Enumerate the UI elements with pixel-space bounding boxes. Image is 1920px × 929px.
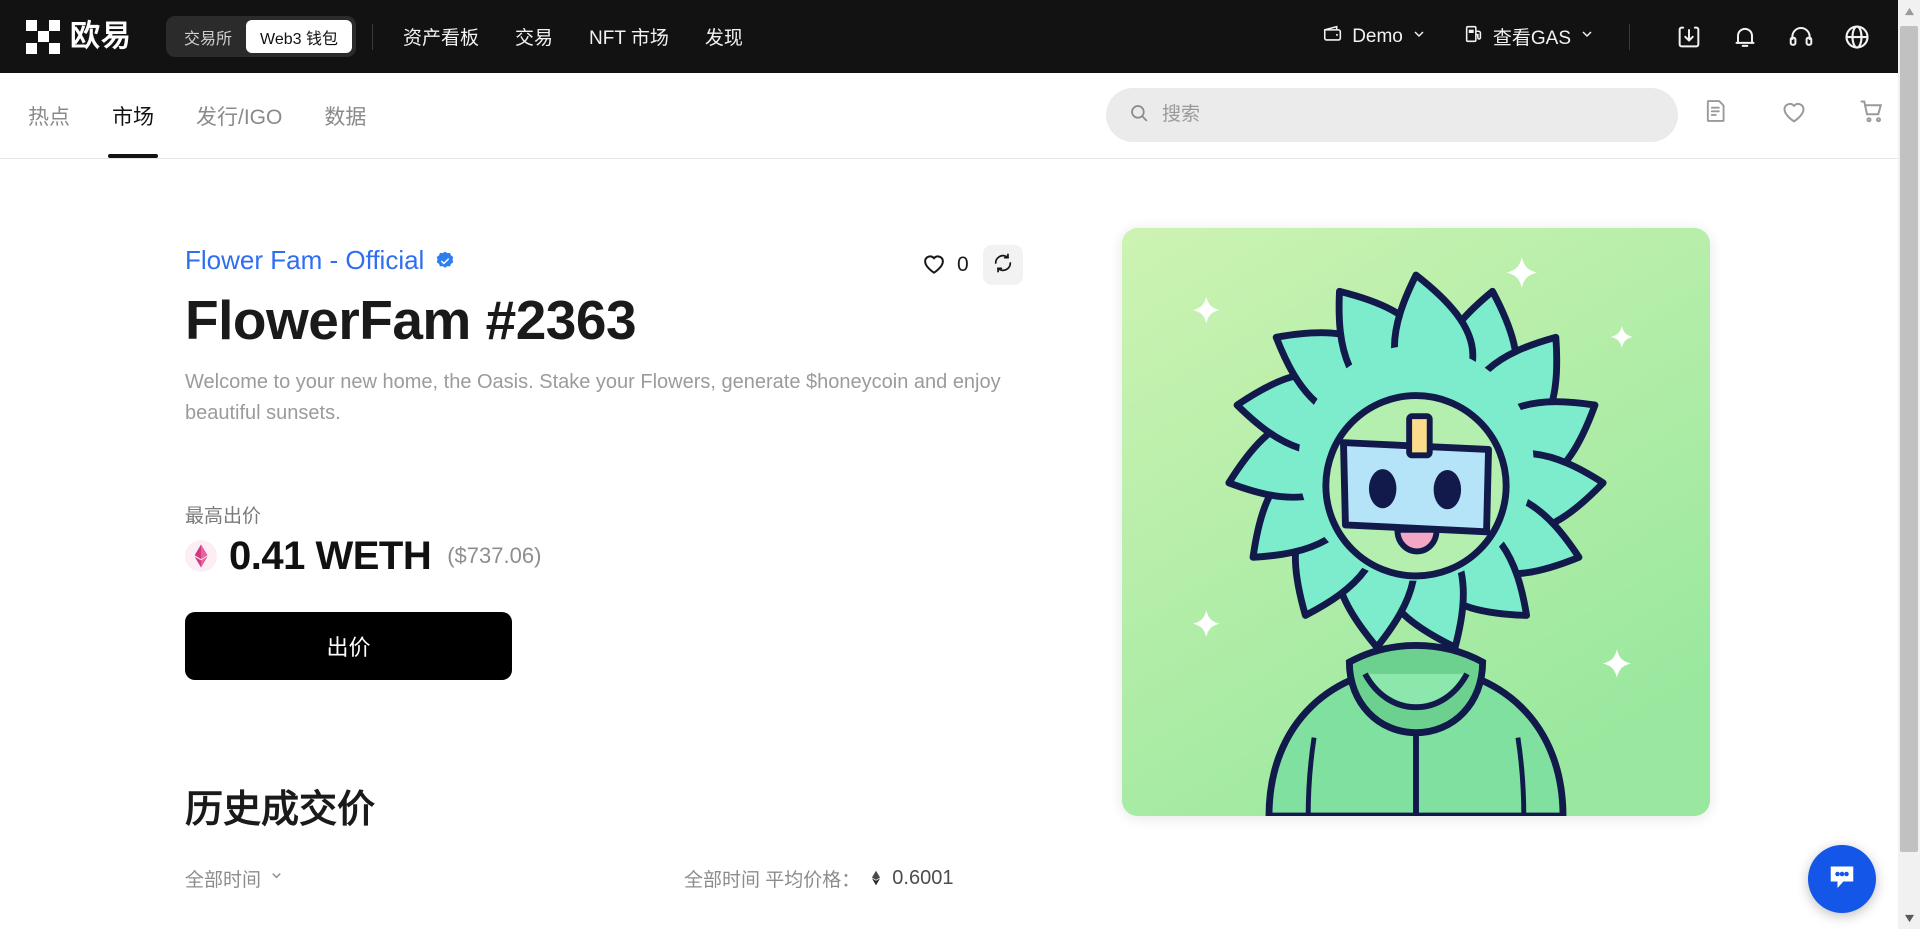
chevron-down-icon: [1579, 26, 1595, 48]
character-head: [1322, 392, 1510, 580]
make-offer-button[interactable]: 出价: [185, 611, 512, 680]
switcher-exchange[interactable]: 交易所: [170, 20, 246, 53]
nft-actions: 0: [920, 245, 1023, 285]
switcher-web3-wallet[interactable]: Web3 钱包: [246, 20, 352, 53]
scroll-down-arrow-icon[interactable]: [1898, 907, 1920, 929]
time-range-select[interactable]: 全部时间: [185, 865, 284, 892]
nft-detail-panel: Flower Fam - Official FlowerFam #2363 We…: [185, 245, 1045, 892]
subnav-icon-group: [1700, 95, 1888, 127]
like-count: 0: [957, 253, 969, 276]
okx-logo-icon: [26, 19, 60, 54]
page-scrollbar[interactable]: [1898, 0, 1920, 929]
brand-logo-text: 欧易: [70, 19, 132, 53]
bell-icon[interactable]: [1728, 20, 1762, 54]
chat-bubble-icon: [1824, 859, 1860, 900]
average-price-row: 全部时间 平均价格： 0.6001: [684, 865, 953, 892]
nft-artwork-image[interactable]: [1122, 228, 1710, 816]
history-controls-row: 全部时间 全部时间 平均价格： 0.6001: [185, 865, 1045, 892]
refresh-icon: [992, 252, 1014, 279]
gas-pump-icon: [1463, 23, 1485, 51]
top-nav-links: 资产看板 交易 NFT 市场 发现: [403, 23, 743, 50]
average-price-label: 全部时间 平均价格：: [684, 869, 861, 891]
nav-link-nft-market[interactable]: NFT 市场: [589, 23, 669, 50]
scroll-up-arrow-icon[interactable]: [1898, 0, 1920, 22]
tab-market[interactable]: 市场: [108, 73, 158, 158]
tab-igo[interactable]: 发行/IGO: [192, 73, 286, 158]
account-label: Demo: [1352, 25, 1403, 47]
scrollbar-thumb[interactable]: [1900, 26, 1918, 852]
top-nav-right-group: Demo 查看GAS: [1304, 20, 1898, 54]
weth-icon: [185, 540, 217, 572]
collection-name-link[interactable]: Flower Fam - Official: [185, 245, 424, 276]
page-root: 欧易 交易所 Web3 钱包 资产看板 交易 NFT 市场 发现 Demo 查看…: [0, 0, 1920, 929]
brand-logo[interactable]: 欧易: [26, 19, 132, 54]
refresh-metadata-button[interactable]: [982, 245, 1023, 285]
tab-hot[interactable]: 热点: [24, 73, 74, 158]
flowerfam-nft-artwork: [1122, 228, 1710, 816]
price-row: 0.41 WETH ($737.06): [185, 534, 1045, 579]
headset-icon[interactable]: [1784, 20, 1818, 54]
collection-row: Flower Fam - Official: [185, 245, 1045, 276]
price-usd: ($737.06): [447, 543, 542, 568]
eth-icon: [867, 869, 885, 887]
average-price-value: 0.6001: [892, 866, 954, 889]
search-input[interactable]: [1162, 104, 1656, 126]
gas-label: 查看GAS: [1492, 28, 1571, 49]
nav-link-assets[interactable]: 资产看板: [403, 23, 479, 50]
nav-divider: [371, 23, 373, 50]
wallet-icon: [1322, 23, 1344, 51]
nav-divider-2: [1629, 23, 1630, 50]
search-icon: [1128, 102, 1150, 129]
tab-data[interactable]: 数据: [320, 73, 370, 158]
cart-icon[interactable]: [1856, 95, 1888, 127]
page-title: FlowerFam #2363: [185, 289, 637, 351]
orders-document-icon[interactable]: [1700, 95, 1732, 127]
time-range-label: 全部时间: [185, 869, 262, 891]
price-amount: 0.41 WETH: [229, 533, 432, 578]
price-label: 最高出价: [185, 505, 262, 527]
chat-bubble-button[interactable]: [1808, 845, 1876, 913]
product-switcher[interactable]: 交易所 Web3 钱包: [166, 16, 356, 57]
top-nav-icon-group: [1646, 20, 1874, 54]
chevron-down-icon: [1411, 26, 1427, 48]
history-section-title: 历史成交价: [185, 788, 376, 831]
like-button[interactable]: 0: [920, 249, 969, 282]
search-bar[interactable]: [1106, 88, 1678, 142]
heart-icon[interactable]: [1778, 95, 1810, 127]
market-tabs: 热点 市场 发行/IGO 数据: [24, 73, 370, 158]
nft-description: Welcome to your new home, the Oasis. Sta…: [185, 370, 1001, 424]
globe-icon[interactable]: [1840, 20, 1874, 54]
heart-icon: [920, 249, 948, 282]
nav-link-discover[interactable]: 发现: [705, 23, 743, 50]
download-icon[interactable]: [1672, 20, 1706, 54]
chevron-down-icon: [269, 867, 284, 889]
verified-badge-icon: [434, 250, 456, 272]
main-content: Flower Fam - Official FlowerFam #2363 We…: [0, 159, 1898, 929]
gas-tracker-button[interactable]: 查看GAS: [1445, 23, 1613, 51]
top-navigation-bar: 欧易 交易所 Web3 钱包 资产看板 交易 NFT 市场 发现 Demo 查看…: [0, 0, 1898, 73]
nav-link-trade[interactable]: 交易: [515, 23, 553, 50]
account-menu-button[interactable]: Demo: [1304, 23, 1445, 51]
